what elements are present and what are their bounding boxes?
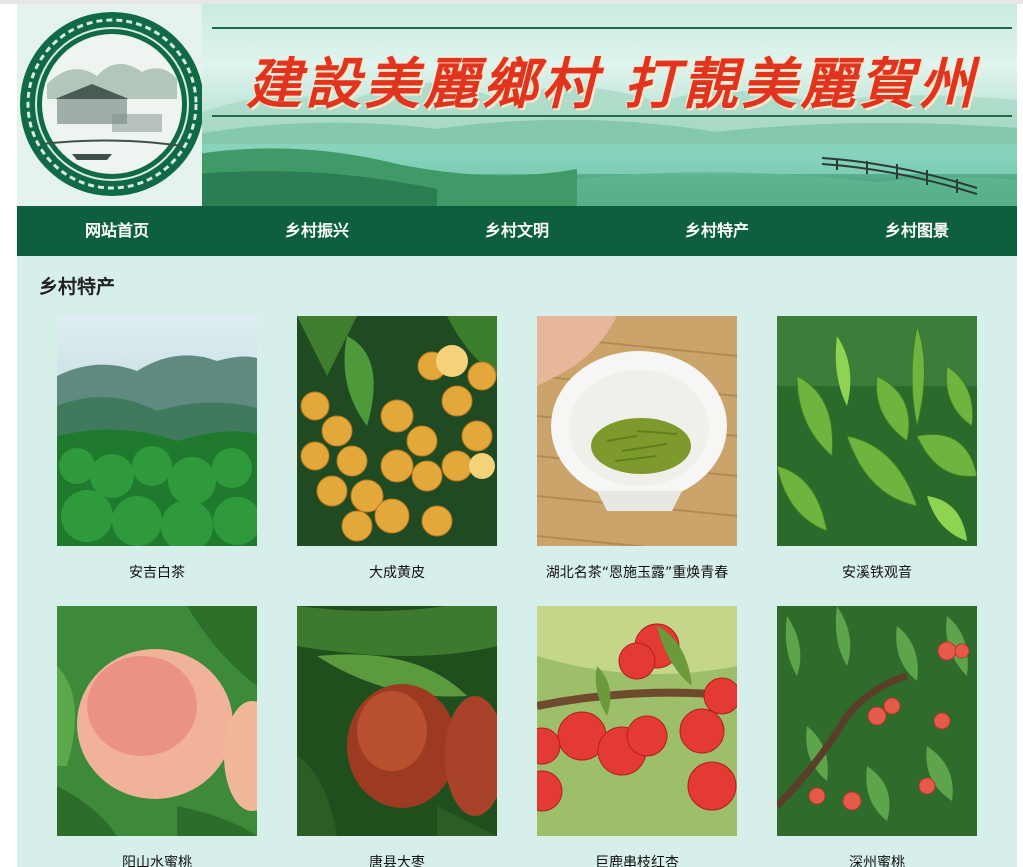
wampee-fruit-photo (297, 316, 497, 546)
product-card[interactable]: 巨鹿串枝红杏 (537, 606, 737, 867)
banner-rule-top (212, 27, 1012, 29)
banner-title-area: 建設美麗鄉村 打靚美麗賀州 (212, 27, 1012, 117)
nav-item-rural-revitalization[interactable]: 乡村振兴 (217, 206, 417, 256)
product-caption: 阳山水蜜桃 (122, 855, 192, 867)
product-card[interactable]: 湖北名茶“恩施玉露”重焕青春 (537, 316, 737, 582)
product-caption: 安溪铁观音 (842, 565, 912, 581)
product-caption: 安吉白茶 (129, 565, 185, 581)
nav-item-rural-specialties[interactable]: 乡村特产 (617, 206, 817, 256)
header-banner: 建設美麗鄉村 打靚美麗賀州 (17, 4, 1017, 206)
peach-tree-photo (777, 606, 977, 836)
product-card[interactable]: 安溪铁观音 (777, 316, 977, 582)
banner-title: 建設美麗鄉村 打靚美麗賀州 (246, 51, 978, 116)
page-container: 建設美麗鄉村 打靚美麗賀州 网站首页 乡村振兴 乡村文明 乡村特产 乡村图景 乡… (17, 4, 1017, 867)
green-tea-cup-photo (537, 316, 737, 546)
mountain-forest-photo (57, 316, 257, 546)
nav-item-rural-civilization[interactable]: 乡村文明 (417, 206, 617, 256)
product-card[interactable]: 大成黄皮 (297, 316, 497, 582)
product-caption: 大成黄皮 (369, 565, 425, 581)
product-card[interactable]: 深州蜜桃 (777, 606, 977, 867)
village-medallion-emblem (17, 4, 202, 206)
product-caption: 深州蜜桃 (849, 855, 905, 867)
nav-item-rural-scenery[interactable]: 乡村图景 (817, 206, 1017, 256)
product-card[interactable]: 安吉白茶 (57, 316, 257, 582)
red-fruit-photo (297, 606, 497, 836)
apricot-branch-photo (537, 606, 737, 836)
product-caption: 唐县大枣 (369, 855, 425, 867)
nav-item-home[interactable]: 网站首页 (17, 206, 217, 256)
tea-leaves-photo (777, 316, 977, 546)
product-caption: 湖北名茶“恩施玉露”重焕青春 (545, 565, 729, 581)
product-caption: 巨鹿串枝红杏 (595, 855, 679, 867)
banner-rule-bottom (212, 115, 1012, 117)
main-nav: 网站首页 乡村振兴 乡村文明 乡村特产 乡村图景 (17, 206, 1017, 256)
peach-photo (57, 606, 257, 836)
product-card[interactable]: 唐县大枣 (297, 606, 497, 867)
section-title: 乡村特产 (39, 276, 116, 298)
product-card[interactable]: 阳山水蜜桃 (57, 606, 257, 867)
